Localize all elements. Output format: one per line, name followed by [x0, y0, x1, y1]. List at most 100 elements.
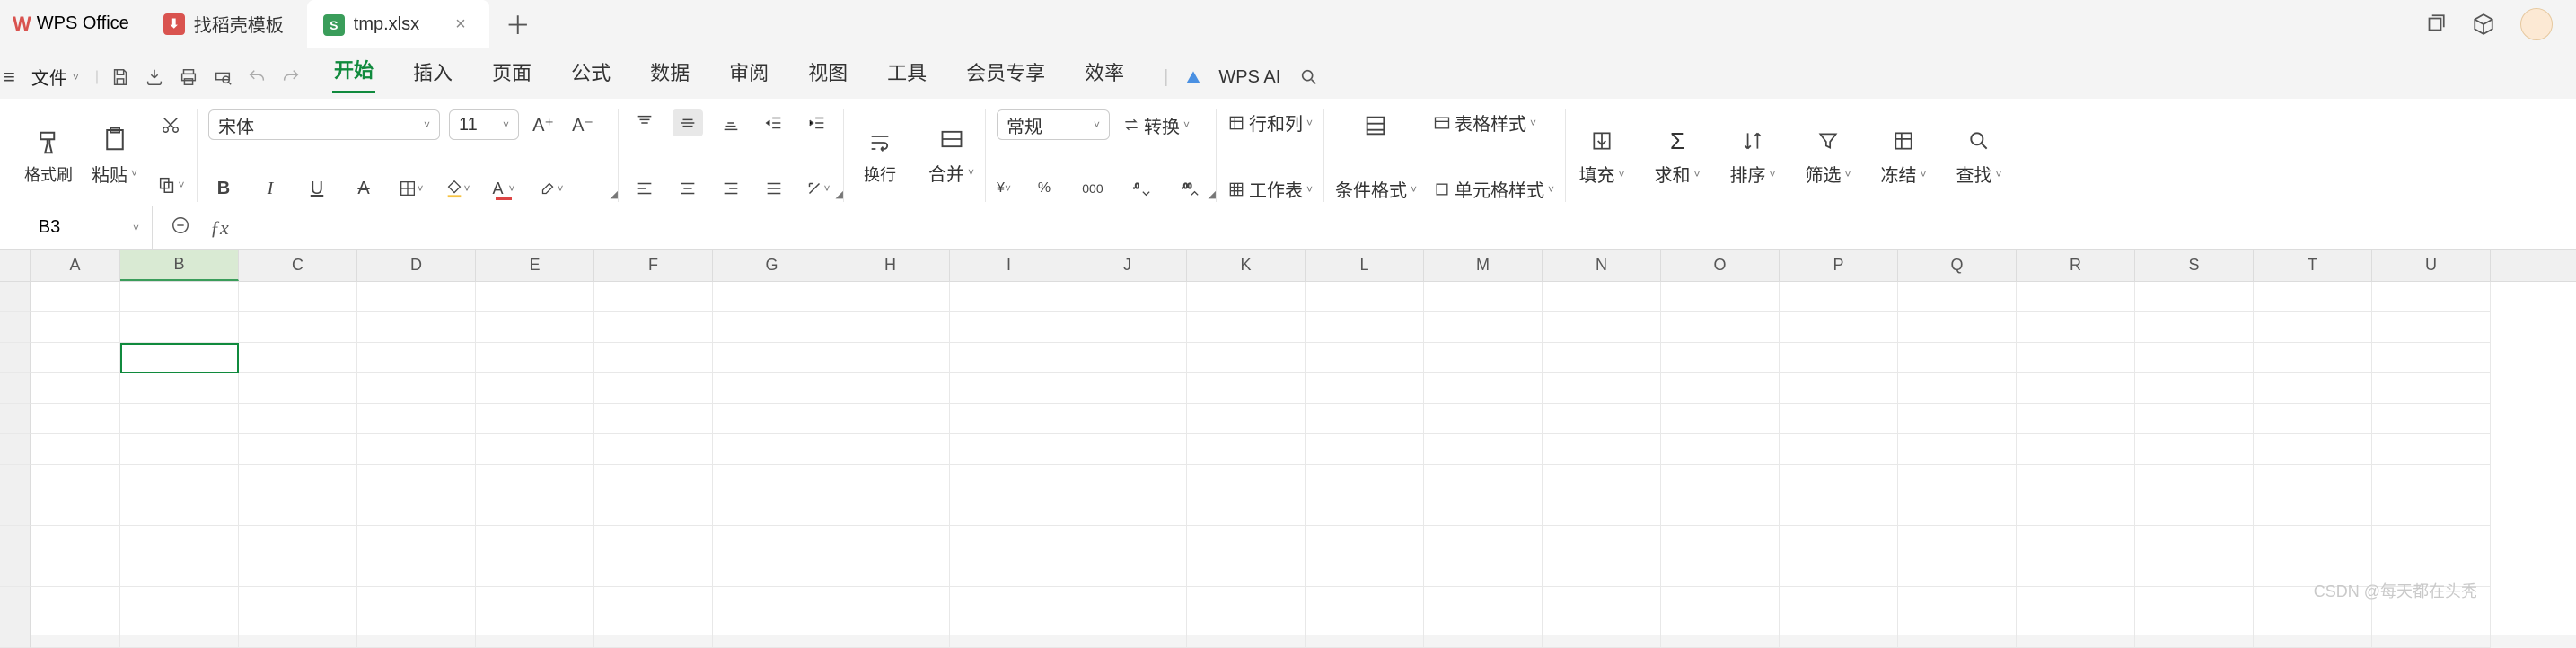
cell[interactable]: [1661, 587, 1780, 617]
cell[interactable]: [239, 373, 357, 404]
cell[interactable]: [2135, 312, 2254, 343]
conditional-format-label[interactable]: 条件格式˅: [1335, 176, 1417, 202]
cell[interactable]: [476, 556, 594, 587]
col-header[interactable]: U: [2372, 250, 2491, 281]
cell[interactable]: [594, 343, 713, 373]
cell[interactable]: [357, 495, 476, 526]
cell[interactable]: [1661, 556, 1780, 587]
freeze-button[interactable]: 冻结˅: [1878, 125, 1929, 187]
cell[interactable]: [1543, 373, 1661, 404]
cell[interactable]: [1187, 526, 1306, 556]
undo-icon[interactable]: [244, 65, 269, 90]
cell[interactable]: [2017, 434, 2135, 465]
cell[interactable]: [2017, 465, 2135, 495]
cell[interactable]: [950, 617, 1068, 648]
cell[interactable]: [357, 404, 476, 434]
cell[interactable]: [1068, 282, 1187, 312]
cell[interactable]: [2017, 495, 2135, 526]
cell[interactable]: [357, 343, 476, 373]
cell[interactable]: [1661, 404, 1780, 434]
menu-tab-4[interactable]: 数据: [648, 52, 691, 93]
search-icon[interactable]: [1297, 65, 1322, 90]
cell[interactable]: [950, 373, 1068, 404]
italic-icon[interactable]: I: [255, 175, 286, 202]
cell[interactable]: [476, 495, 594, 526]
cell[interactable]: [1187, 434, 1306, 465]
menu-tab-8[interactable]: 会员专享: [964, 52, 1047, 93]
cell[interactable]: [2017, 617, 2135, 648]
cell[interactable]: [1898, 434, 2017, 465]
cell[interactable]: [1543, 282, 1661, 312]
cell[interactable]: [120, 282, 239, 312]
sort-button[interactable]: 排序˅: [1728, 125, 1778, 187]
cell[interactable]: [1187, 587, 1306, 617]
redo-icon[interactable]: [278, 65, 303, 90]
cell[interactable]: [1424, 587, 1543, 617]
cell[interactable]: [1661, 465, 1780, 495]
cell[interactable]: [1898, 343, 2017, 373]
align-dialog-launcher-icon[interactable]: ◢: [836, 188, 843, 200]
row-header[interactable]: [0, 495, 31, 526]
strikethrough-icon[interactable]: A: [348, 175, 379, 202]
cell[interactable]: [950, 404, 1068, 434]
cell[interactable]: [1068, 343, 1187, 373]
cell[interactable]: [1187, 465, 1306, 495]
cell[interactable]: [594, 617, 713, 648]
cell[interactable]: [31, 312, 120, 343]
tab-document[interactable]: S tmp.xlsx ×: [307, 0, 489, 48]
cell[interactable]: [1543, 526, 1661, 556]
cell[interactable]: [476, 282, 594, 312]
cell[interactable]: [1306, 556, 1424, 587]
cell[interactable]: [1661, 343, 1780, 373]
cell[interactable]: [2254, 526, 2372, 556]
cell[interactable]: [713, 343, 831, 373]
font-name-select[interactable]: 宋体˅: [208, 109, 440, 140]
cell[interactable]: [1898, 495, 2017, 526]
cell[interactable]: [357, 617, 476, 648]
col-header[interactable]: S: [2135, 250, 2254, 281]
cell[interactable]: [950, 495, 1068, 526]
cell[interactable]: [120, 556, 239, 587]
col-header[interactable]: A: [31, 250, 120, 281]
cell[interactable]: [1898, 282, 2017, 312]
cell[interactable]: [594, 556, 713, 587]
name-box[interactable]: ˅: [0, 206, 153, 249]
cell[interactable]: [594, 282, 713, 312]
cell[interactable]: [1187, 404, 1306, 434]
cell[interactable]: [1898, 617, 2017, 648]
cell[interactable]: [1306, 312, 1424, 343]
increase-font-icon[interactable]: A⁺: [528, 111, 558, 138]
menu-tab-9[interactable]: 效率: [1083, 52, 1126, 93]
cell[interactable]: [476, 373, 594, 404]
cell[interactable]: [831, 526, 950, 556]
convert-button[interactable]: 转换˅: [1122, 112, 1190, 138]
cell[interactable]: [31, 495, 120, 526]
col-header[interactable]: O: [1661, 250, 1780, 281]
cell[interactable]: [2017, 587, 2135, 617]
cell[interactable]: [2254, 312, 2372, 343]
cell[interactable]: [950, 587, 1068, 617]
borders-icon[interactable]: ˅: [395, 175, 426, 202]
cell[interactable]: [120, 343, 239, 373]
menu-tab-0[interactable]: 开始: [332, 49, 375, 93]
cell[interactable]: [120, 526, 239, 556]
cell[interactable]: [594, 526, 713, 556]
row-header[interactable]: [0, 587, 31, 617]
file-menu[interactable]: 文件˅: [24, 64, 86, 90]
cell[interactable]: [357, 526, 476, 556]
paste-button[interactable]: 粘贴˅: [92, 161, 137, 187]
cell[interactable]: [476, 312, 594, 343]
comma-icon[interactable]: 000: [1077, 175, 1108, 202]
cell[interactable]: [713, 282, 831, 312]
cell[interactable]: [31, 373, 120, 404]
cell[interactable]: [1068, 495, 1187, 526]
cell[interactable]: [1543, 404, 1661, 434]
cell[interactable]: [476, 465, 594, 495]
menu-tab-6[interactable]: 视图: [806, 52, 849, 93]
col-header[interactable]: B: [120, 250, 239, 281]
cell[interactable]: [1543, 343, 1661, 373]
cell[interactable]: [713, 587, 831, 617]
col-header[interactable]: F: [594, 250, 713, 281]
cell[interactable]: [1068, 617, 1187, 648]
cell[interactable]: [1424, 495, 1543, 526]
